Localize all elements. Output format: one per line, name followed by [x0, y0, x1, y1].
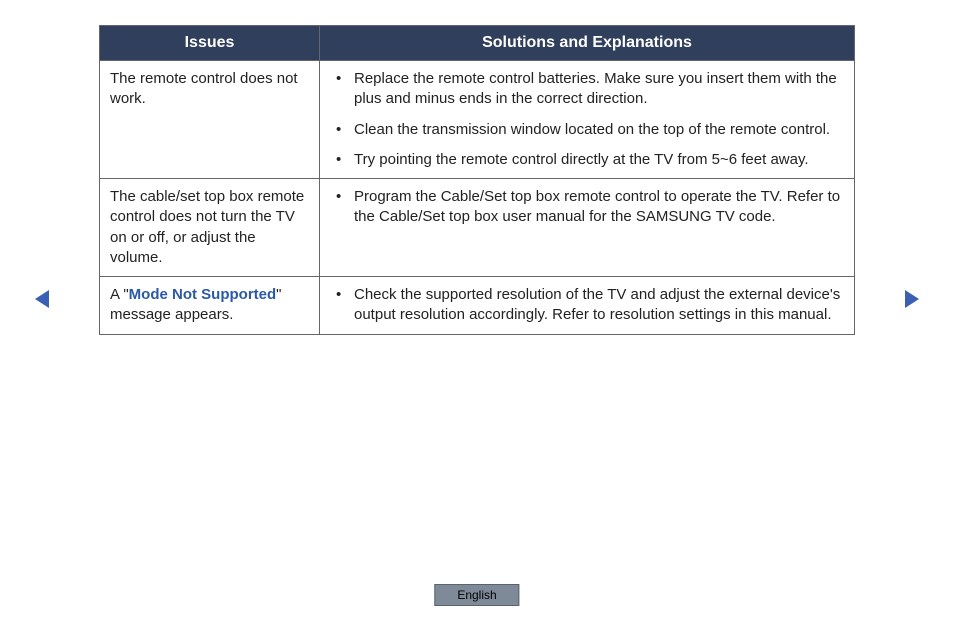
prev-page-arrow[interactable]	[35, 290, 49, 308]
issue-text-prefix: A "	[110, 286, 129, 303]
solution-cell: Program the Cable/Set top box remote con…	[320, 179, 855, 277]
table-row: A "Mode Not Supported" message appears. …	[100, 277, 855, 335]
issue-cell: A "Mode Not Supported" message appears.	[100, 277, 320, 335]
issue-cell: The cable/set top box remote control doe…	[100, 179, 320, 277]
table-row: The cable/set top box remote control doe…	[100, 179, 855, 277]
header-solutions: Solutions and Explanations	[320, 26, 855, 61]
table-row: The remote control does not work. Replac…	[100, 61, 855, 179]
solution-item: Check the supported resolution of the TV…	[330, 285, 844, 326]
troubleshooting-table: Issues Solutions and Explanations The re…	[99, 25, 855, 335]
troubleshooting-table-container: Issues Solutions and Explanations The re…	[99, 25, 855, 335]
issue-highlight-text: Mode Not Supported	[129, 286, 276, 303]
header-issues: Issues	[100, 26, 320, 61]
solution-item: Replace the remote control batteries. Ma…	[330, 69, 844, 110]
solution-item: Clean the transmission window located on…	[330, 120, 844, 140]
next-page-arrow[interactable]	[905, 290, 919, 308]
solution-cell: Replace the remote control batteries. Ma…	[320, 61, 855, 179]
solution-cell: Check the supported resolution of the TV…	[320, 277, 855, 335]
solution-item: Program the Cable/Set top box remote con…	[330, 187, 844, 228]
solution-item: Try pointing the remote control directly…	[330, 150, 844, 170]
issue-cell: The remote control does not work.	[100, 61, 320, 179]
language-badge: English	[434, 584, 519, 606]
